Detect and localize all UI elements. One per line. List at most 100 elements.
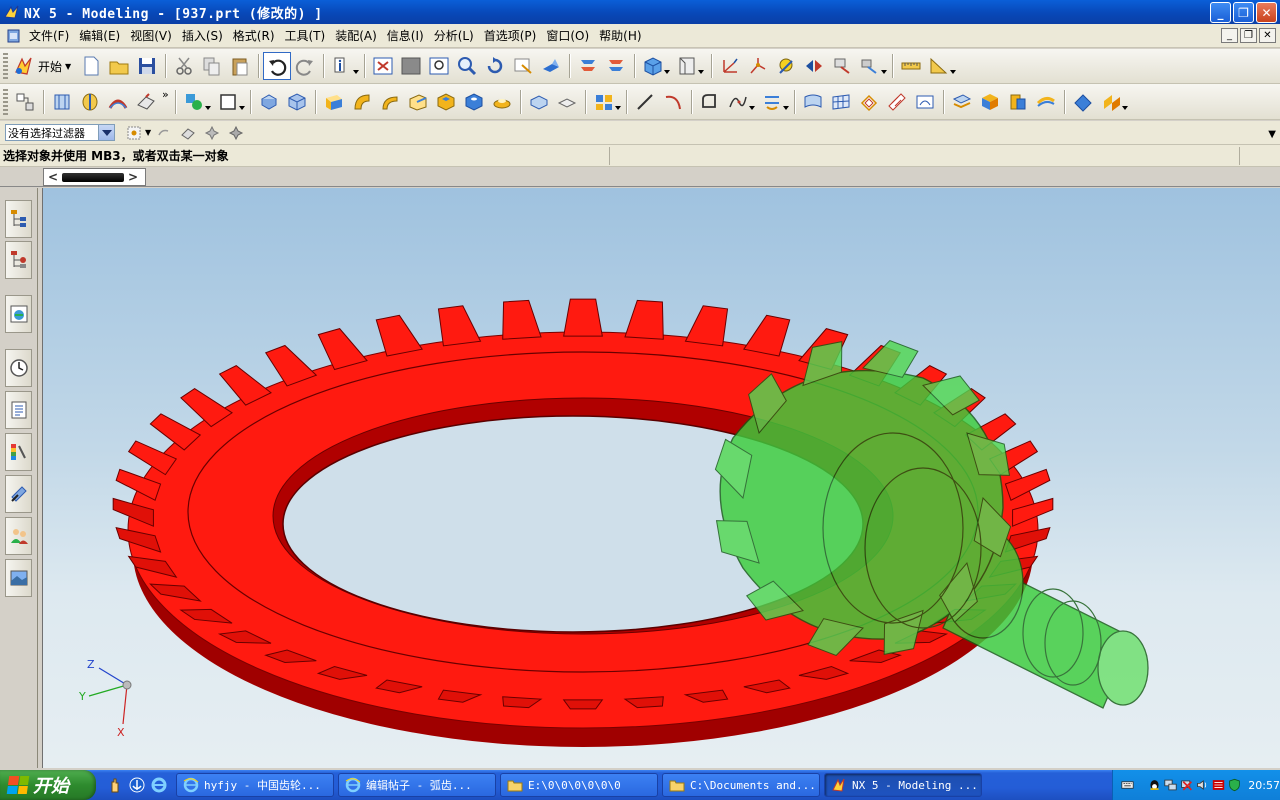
menu-analysis[interactable]: 分析(L): [429, 27, 479, 44]
taskbar-item-folder-2[interactable]: C:\Documents and...: [662, 773, 820, 797]
sketch-rect-icon[interactable]: [214, 88, 245, 116]
extrude-icon[interactable]: [48, 88, 76, 116]
toolbar-options-arrow[interactable]: ▼: [1268, 129, 1276, 140]
menu-edit[interactable]: 编辑(E): [74, 27, 125, 44]
protractor-icon[interactable]: [925, 52, 957, 80]
sew-icon[interactable]: [911, 88, 939, 116]
type-filter-select[interactable]: 没有选择过滤器: [5, 124, 115, 141]
cube-render-icon[interactable]: [639, 52, 671, 80]
edge-blend-icon[interactable]: [376, 88, 404, 116]
minimize-button[interactable]: _: [1210, 2, 1231, 23]
command-finder-icon[interactable]: [328, 52, 360, 80]
history-icon[interactable]: [5, 349, 32, 387]
network-icon[interactable]: [1164, 777, 1177, 793]
datum-icon[interactable]: [180, 88, 211, 116]
close-button[interactable]: ✕: [1256, 2, 1277, 23]
wcs-icon[interactable]: [716, 52, 744, 80]
cone-icon[interactable]: [320, 88, 348, 116]
color-palette-icon[interactable]: [5, 433, 32, 471]
rotate-icon[interactable]: [481, 52, 509, 80]
sweep-icon[interactable]: [104, 88, 132, 116]
title-bar[interactable]: NX 5 - Modeling - [937.prt (修改的) ] _ ❐ ✕: [0, 0, 1280, 24]
section-view-icon[interactable]: [673, 52, 705, 80]
doc-close-button[interactable]: ✕: [1259, 28, 1276, 43]
menu-preferences[interactable]: 首选项(P): [479, 27, 542, 44]
shade-icon[interactable]: [1032, 88, 1060, 116]
zoom-window-icon[interactable]: [425, 52, 453, 80]
menu-assembly[interactable]: 装配(A): [330, 27, 382, 44]
taskbar-item-browser-2[interactable]: 编辑帖子 - 弧齿...: [338, 773, 496, 797]
menu-format[interactable]: 格式(R): [228, 27, 280, 44]
taskbar-item-folder-1[interactable]: E:\0\0\0\0\0\0: [500, 773, 658, 797]
boss-icon[interactable]: [488, 88, 516, 116]
layer-icon[interactable]: [11, 88, 39, 116]
pan-icon[interactable]: [509, 52, 537, 80]
scroll-thumb[interactable]: [62, 172, 124, 182]
doc-minimize-button[interactable]: _: [1221, 28, 1238, 43]
scroll-left-arrow-icon[interactable]: <: [44, 169, 62, 185]
menu-tools[interactable]: 工具(T): [280, 27, 331, 44]
spline-icon[interactable]: [724, 88, 755, 116]
anchor-icon[interactable]: [128, 776, 146, 794]
volume-icon[interactable]: [1196, 777, 1209, 793]
menu-file[interactable]: 文件(F): [24, 27, 74, 44]
ruler-icon[interactable]: [897, 52, 925, 80]
pocket-icon[interactable]: [553, 88, 581, 116]
menu-window[interactable]: 窗口(O): [541, 27, 594, 44]
thicken-icon[interactable]: [855, 88, 883, 116]
shield-icon[interactable]: [1228, 777, 1241, 793]
edit-object-icon[interactable]: [1097, 88, 1128, 116]
toolbar-overflow-chevron[interactable]: »: [162, 88, 169, 101]
toolbar-grip[interactable]: [3, 53, 8, 79]
open-folder-icon[interactable]: [105, 52, 133, 80]
save-icon[interactable]: [133, 52, 161, 80]
system-scenes-icon[interactable]: [5, 559, 32, 597]
surface-icon[interactable]: [799, 88, 827, 116]
assembly-navigator-icon[interactable]: [5, 200, 32, 238]
copy-icon[interactable]: [198, 52, 226, 80]
snap-gear-icon-2[interactable]: [225, 123, 247, 143]
doc-restore-button[interactable]: ❐: [1240, 28, 1257, 43]
menu-information[interactable]: 信息(I): [382, 27, 429, 44]
offset-icon[interactable]: [758, 88, 789, 116]
snap-point-icon[interactable]: [744, 52, 772, 80]
material-icon[interactable]: [1069, 88, 1097, 116]
hole-icon[interactable]: [460, 88, 488, 116]
maximize-button[interactable]: ❐: [1233, 2, 1254, 23]
mesh-icon[interactable]: [827, 88, 855, 116]
start-button[interactable]: 开始 ▼: [11, 52, 77, 80]
zoom-icon[interactable]: [453, 52, 481, 80]
snap-gear-icon[interactable]: [201, 123, 223, 143]
revolve-icon[interactable]: [76, 88, 104, 116]
cut-icon[interactable]: [170, 52, 198, 80]
constraint-icon[interactable]: [772, 52, 800, 80]
selection-scope-icon[interactable]: [123, 123, 145, 143]
shell-icon[interactable]: [432, 88, 460, 116]
network-disabled-icon[interactable]: [1180, 777, 1193, 793]
eraser-icon[interactable]: [177, 123, 199, 143]
ie-quicklaunch-icon[interactable]: [150, 776, 168, 794]
block-icon[interactable]: [283, 88, 311, 116]
measure-icon[interactable]: [856, 52, 888, 80]
undo-icon[interactable]: [263, 52, 292, 80]
render-gold-icon[interactable]: [1004, 88, 1032, 116]
deselect-icon[interactable]: [153, 123, 175, 143]
web-browser-icon[interactable]: [5, 295, 32, 333]
part-navigator-icon[interactable]: [5, 241, 32, 279]
assembly-nav-icon[interactable]: [574, 52, 602, 80]
arc-icon[interactable]: [659, 88, 687, 116]
hand-tool-icon[interactable]: [106, 776, 124, 794]
cylinder-icon[interactable]: [255, 88, 283, 116]
redo-icon[interactable]: [291, 52, 319, 80]
line-icon[interactable]: [631, 88, 659, 116]
process-studio-icon[interactable]: [5, 475, 32, 513]
scroll-right-arrow-icon[interactable]: >: [124, 169, 142, 185]
pad-icon[interactable]: [525, 88, 553, 116]
fit-view-icon[interactable]: [369, 52, 397, 80]
shaded-view-icon[interactable]: [397, 52, 425, 80]
toolbar-grip-2[interactable]: [3, 88, 8, 115]
menu-insert[interactable]: 插入(S): [177, 27, 228, 44]
render-blue-icon[interactable]: [976, 88, 1004, 116]
graphics-window[interactable]: Z Y X: [43, 188, 1280, 768]
analysis-icon[interactable]: [948, 88, 976, 116]
